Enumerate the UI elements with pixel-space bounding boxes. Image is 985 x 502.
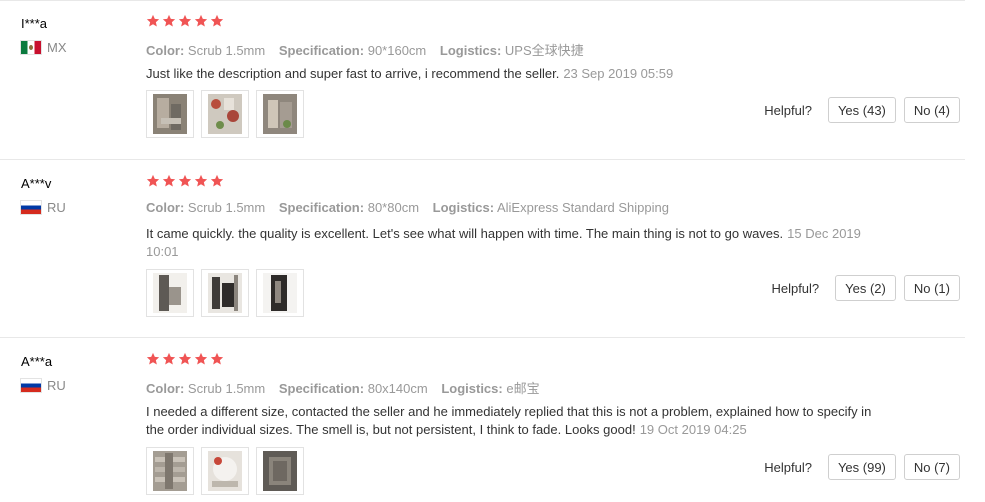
review-photo[interactable]	[201, 269, 249, 317]
star-icon	[210, 352, 224, 365]
star-rating	[146, 14, 224, 28]
color-label: Color:	[146, 381, 185, 396]
helpful-label: Helpful?	[764, 459, 812, 475]
star-rating	[146, 352, 224, 366]
logistics-label: Logistics:	[441, 381, 503, 396]
star-icon	[178, 174, 192, 187]
specification-label: Specification:	[278, 200, 365, 215]
star-icon	[210, 174, 224, 187]
color-label: Color:	[146, 43, 185, 58]
star-icon	[210, 14, 224, 27]
specification-value: 90*160cm	[367, 43, 427, 58]
review-photos	[146, 269, 304, 317]
review-text-block: I needed a different size, contacted the…	[146, 403, 876, 439]
review-text: Just like the description and super fast…	[146, 66, 560, 81]
order-attributes: Color: Scrub 1.5mm Specification: 80x140…	[146, 378, 550, 397]
review-photo[interactable]	[146, 447, 194, 495]
star-rating	[146, 174, 224, 188]
review-item: A***v RU Color: Scrub 1.5mm Specificatio…	[0, 160, 965, 338]
logistics-label: Logistics:	[439, 43, 502, 58]
logistics-label: Logistics:	[432, 200, 495, 215]
review-photo[interactable]	[256, 447, 304, 495]
logistics-value: UPS全球快捷	[504, 43, 584, 58]
review-photo[interactable]	[201, 90, 249, 138]
country-code: MX	[47, 40, 67, 55]
helpful-vote: Helpful? Yes (43) No (4)	[764, 97, 960, 123]
star-icon	[178, 352, 192, 365]
star-icon	[194, 174, 208, 187]
review-date: 23 Sep 2019 05:59	[563, 66, 674, 81]
star-icon	[178, 14, 192, 27]
specification-label: Specification:	[278, 43, 365, 58]
helpful-no-button[interactable]: No (1)	[903, 275, 960, 301]
review-text-block: Just like the description and super fast…	[146, 65, 876, 83]
review-photo[interactable]	[256, 90, 304, 138]
star-icon	[194, 14, 208, 27]
helpful-vote: Helpful? Yes (99) No (7)	[764, 454, 960, 480]
review-text: It came quickly. the quality is excellen…	[146, 226, 784, 241]
mexico-flag-icon	[21, 41, 41, 54]
review-photo[interactable]	[146, 269, 194, 317]
helpful-yes-button[interactable]: Yes (99)	[827, 454, 896, 480]
country-code: RU	[47, 378, 66, 393]
star-icon	[146, 174, 160, 187]
star-icon	[162, 174, 176, 187]
reviewer-name: I***a	[21, 16, 48, 31]
star-icon	[146, 352, 160, 365]
color-value: Scrub 1.5mm	[187, 43, 266, 58]
review-photos	[146, 447, 304, 495]
review-item: I***a MX Color: Scrub 1.5mm Specificatio…	[0, 0, 965, 160]
review-item: A***a RU Color: Scrub 1.5mm Specificatio…	[0, 338, 965, 502]
review-photo[interactable]	[256, 269, 304, 317]
star-icon	[194, 352, 208, 365]
review-photo[interactable]	[146, 90, 194, 138]
specification-value: 80x140cm	[367, 381, 428, 396]
helpful-vote: Helpful? Yes (2) No (1)	[771, 275, 960, 301]
star-icon	[146, 14, 160, 27]
helpful-label: Helpful?	[771, 280, 820, 296]
logistics-value: AliExpress Standard Shipping	[496, 200, 669, 215]
helpful-no-button[interactable]: No (4)	[903, 97, 960, 123]
helpful-yes-button[interactable]: Yes (43)	[827, 97, 896, 123]
specification-label: Specification:	[278, 381, 365, 396]
russia-flag-icon	[21, 201, 41, 214]
review-text-block: It came quickly. the quality is excellen…	[146, 225, 876, 261]
helpful-no-button[interactable]: No (7)	[903, 454, 960, 480]
reviewer-name: A***a	[21, 354, 53, 369]
reviewer-country: MX	[21, 40, 67, 55]
specification-value: 80*80cm	[367, 200, 420, 215]
country-code: RU	[47, 200, 66, 215]
color-value: Scrub 1.5mm	[187, 200, 266, 215]
review-text: I needed a different size, contacted the…	[146, 404, 872, 437]
order-attributes: Color: Scrub 1.5mm Specification: 90*160…	[146, 40, 594, 59]
review-photo[interactable]	[201, 447, 249, 495]
star-icon	[162, 352, 176, 365]
reviewer-name: A***v	[21, 176, 52, 191]
review-date: 19 Oct 2019 04:25	[639, 422, 747, 437]
color-label: Color:	[146, 200, 185, 215]
reviewer-country: RU	[21, 200, 66, 215]
review-photos	[146, 90, 304, 138]
color-value: Scrub 1.5mm	[187, 381, 266, 396]
helpful-label: Helpful?	[764, 102, 812, 118]
star-icon	[162, 14, 176, 27]
russia-flag-icon	[21, 379, 41, 392]
logistics-value: e邮宝	[506, 381, 540, 396]
helpful-yes-button[interactable]: Yes (2)	[835, 275, 896, 301]
reviewer-country: RU	[21, 378, 66, 393]
order-attributes: Color: Scrub 1.5mm Specification: 80*80c…	[146, 200, 679, 215]
